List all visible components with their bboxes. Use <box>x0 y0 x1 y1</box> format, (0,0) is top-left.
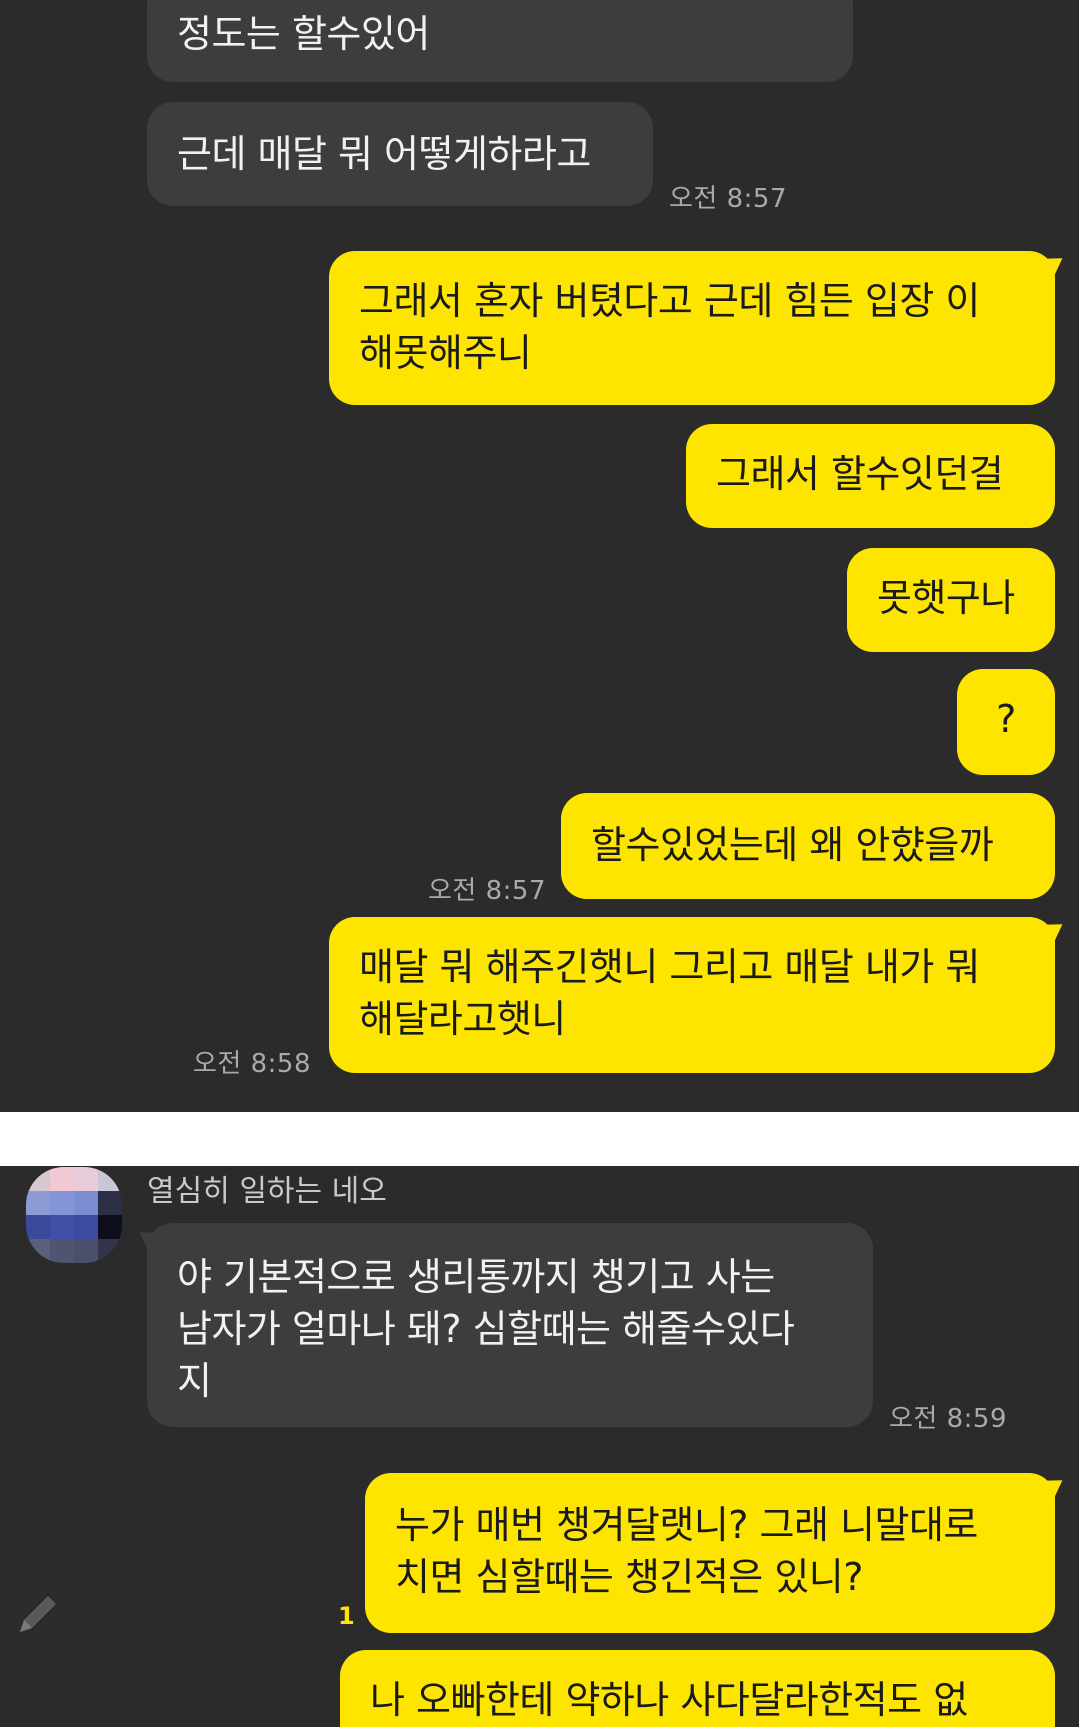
message-time: 오전 8:59 <box>889 1404 1007 1434</box>
pencil-icon[interactable] <box>10 1586 66 1642</box>
message-outgoing[interactable]: 매달 뭐 해주긴햇니 그리고 매달 내가 뭐 해달라고햇니 <box>329 917 1055 1073</box>
message-outgoing[interactable]: 그래서 혼자 버텼다고 근데 힘든 입장 이 해못해주니 <box>329 251 1055 405</box>
message-time: 오전 8:57 <box>669 184 787 214</box>
message-time: 오전 8:58 <box>193 1049 311 1079</box>
profile-avatar-icon[interactable] <box>26 1167 122 1263</box>
message-incoming[interactable]: 야 기본적으로 생리통까지 챙기고 사는 남자가 얼마나 돼? 심할때는 해줄수… <box>147 1223 873 1427</box>
message-outgoing[interactable]: 못햇구나 <box>847 548 1055 652</box>
chat-panel-bottom: 열심히 일하는 네오 야 기본적으로 생리통까지 챙기고 사는 남자가 얼마나 … <box>0 1166 1079 1727</box>
message-incoming[interactable]: 근데 매달 뭐 어떻게하라고 <box>147 102 653 206</box>
message-time: 오전 8:57 <box>428 876 546 906</box>
sender-name: 열심히 일하는 네오 <box>147 1174 387 1209</box>
message-incoming[interactable]: 정도는 할수있어 <box>147 0 853 82</box>
message-outgoing[interactable]: 할수있었는데 왜 안햤을까 <box>561 793 1055 899</box>
message-outgoing[interactable]: 그래서 할수잇던걸 <box>686 424 1055 528</box>
screenshot-divider <box>0 1112 1079 1166</box>
message-outgoing[interactable]: 누가 매번 챙겨달랫니? 그래 니말대로 치면 심할때는 챙긴적은 있니? <box>365 1473 1055 1633</box>
unread-count: 1 <box>338 1602 355 1630</box>
message-outgoing[interactable]: 나 오빠한테 약하나 사다달라한적도 없 <box>340 1650 1055 1727</box>
chat-panel-top: 정도는 할수있어 근데 매달 뭐 어떻게하라고 오전 8:57 그래서 혼자 버… <box>0 0 1079 1112</box>
message-outgoing[interactable]: ? <box>957 669 1055 775</box>
